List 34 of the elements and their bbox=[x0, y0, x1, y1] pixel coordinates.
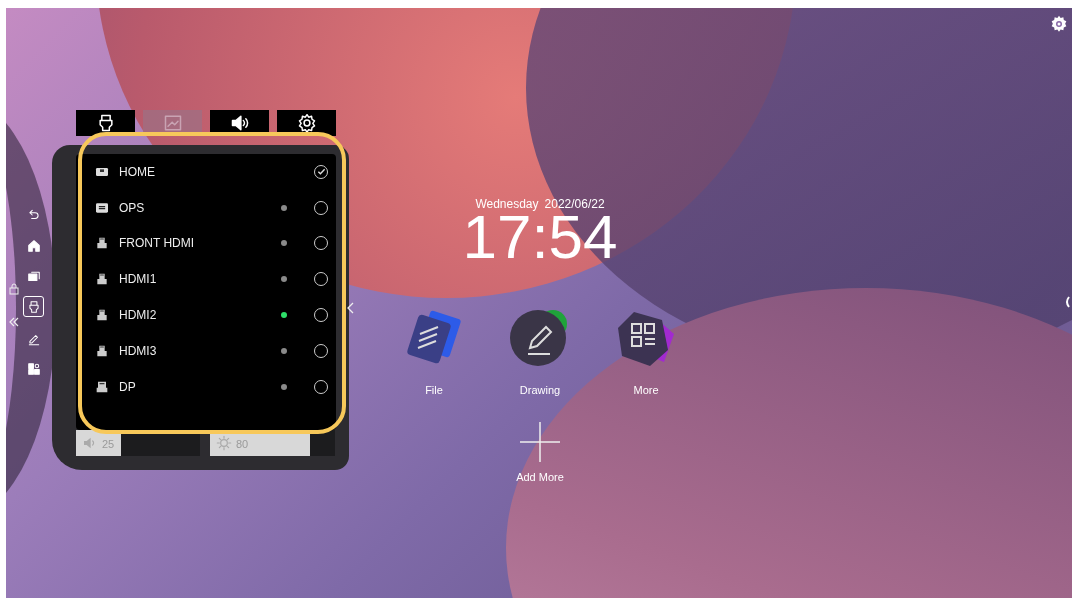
panel-tab[interactable] bbox=[76, 110, 135, 136]
sidebar-button[interactable] bbox=[25, 360, 43, 378]
sidebar-button[interactable] bbox=[23, 296, 44, 317]
plus-icon bbox=[520, 422, 560, 462]
expand-icon[interactable] bbox=[1064, 296, 1070, 308]
slider-value: 25 bbox=[102, 437, 115, 452]
lock-icon[interactable] bbox=[9, 283, 19, 295]
source-item[interactable]: HDMI3 bbox=[76, 333, 336, 369]
app-shortcut[interactable]: More bbox=[606, 306, 686, 399]
undo-icon bbox=[27, 208, 41, 222]
settings-icon bbox=[296, 113, 317, 133]
sun-icon bbox=[216, 435, 232, 451]
check-icon bbox=[316, 167, 326, 177]
source-item[interactable]: OPS bbox=[76, 189, 336, 226]
picture-icon bbox=[162, 113, 183, 133]
slider-value: 80 bbox=[236, 437, 249, 452]
app-shortcut[interactable]: File bbox=[394, 306, 474, 399]
source-item[interactable]: DP bbox=[76, 368, 336, 405]
sidebar-button[interactable] bbox=[25, 237, 43, 255]
app-shortcut[interactable]: Drawing bbox=[500, 306, 580, 399]
source-item[interactable]: HDMI2 bbox=[76, 297, 336, 333]
settings-icon[interactable] bbox=[1050, 15, 1068, 33]
plug-icon bbox=[26, 299, 41, 314]
source-item[interactable]: FRONT HDMI bbox=[76, 225, 336, 262]
windows-icon bbox=[27, 270, 41, 284]
apps-icon bbox=[27, 362, 41, 376]
speaker-icon bbox=[229, 113, 250, 133]
source-item[interactable]: HOME bbox=[76, 154, 336, 190]
pen-icon bbox=[27, 332, 41, 346]
collapse-icon[interactable] bbox=[346, 302, 354, 314]
add-app-button[interactable]: Add More bbox=[500, 422, 580, 486]
home-icon bbox=[27, 239, 41, 253]
double-chevron-icon[interactable] bbox=[9, 317, 19, 327]
source-item[interactable]: HDMI1 bbox=[76, 261, 336, 298]
